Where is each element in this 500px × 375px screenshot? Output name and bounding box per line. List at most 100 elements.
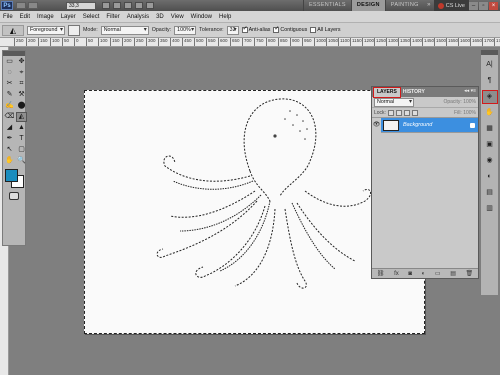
tool-spot-healing-icon[interactable]: ⚒ xyxy=(16,90,27,100)
layer-style-icon[interactable]: fx xyxy=(394,271,399,277)
lock-transparent-icon[interactable] xyxy=(387,109,394,116)
all-layers-option[interactable]: All Layers xyxy=(310,27,341,33)
paragraph-panel-icon[interactable]: ¶ xyxy=(483,75,497,87)
layers-panel-icon[interactable]: ◈ xyxy=(481,90,498,104)
panel-menu-icon[interactable]: ◂◂ ▾≡ xyxy=(464,88,476,94)
delete-layer-icon[interactable]: 🗑 xyxy=(466,270,474,277)
swatches-panel-icon[interactable]: ▦ xyxy=(483,123,497,135)
bridge-button[interactable] xyxy=(16,2,26,9)
workspace-design[interactable]: DESIGN xyxy=(350,0,385,11)
tab-layers[interactable]: LAYERS xyxy=(373,87,401,98)
all-layers-checkbox[interactable] xyxy=(310,27,317,33)
tool-crop-icon[interactable]: ✂ xyxy=(4,79,15,89)
layer-row-background[interactable]: 👁 Background xyxy=(372,117,478,133)
pattern-swatch[interactable] xyxy=(68,24,80,36)
adjustment-layer-icon[interactable]: ◐ xyxy=(422,271,426,277)
tool-preset-picker[interactable]: ◭ xyxy=(2,24,24,36)
menu-analysis[interactable]: Analysis xyxy=(127,14,149,20)
tool-slice-icon[interactable]: ⌗ xyxy=(16,79,27,89)
ruler-tick-label: 200 xyxy=(122,38,132,46)
maximize-button[interactable]: ▫ xyxy=(479,1,488,10)
fill-field[interactable]: Fill: 100% xyxy=(454,110,476,116)
tool-pen-icon[interactable]: ✒ xyxy=(4,134,15,144)
menu-filter[interactable]: Filter xyxy=(106,14,119,20)
ruler-tick-label: 1200 xyxy=(362,38,374,46)
tool-path-selection-icon[interactable]: ↖ xyxy=(4,145,15,155)
tool-history-brush-icon[interactable]: ⌫ xyxy=(4,112,15,122)
tool-type-icon[interactable]: T xyxy=(16,134,27,144)
hand-view-icon[interactable] xyxy=(102,2,110,9)
mode-dropdown[interactable]: Normal xyxy=(100,25,149,35)
menu-layer[interactable]: Layer xyxy=(61,14,76,20)
lock-all-icon[interactable] xyxy=(411,109,418,116)
quick-mask-icon[interactable] xyxy=(9,192,19,200)
ruler-tick-label: 300 xyxy=(146,38,156,46)
lock-position-icon[interactable] xyxy=(403,109,410,116)
tool-clone-stamp-icon[interactable]: ⬤ xyxy=(16,101,27,111)
tool-eraser-icon[interactable]: ◢ xyxy=(4,123,15,133)
rotate-view-icon[interactable] xyxy=(124,2,132,9)
anti-alias-checkbox[interactable] xyxy=(241,25,248,33)
contiguous-option[interactable]: Contiguous xyxy=(273,25,307,33)
tool-shape-icon[interactable]: ▢ xyxy=(16,145,27,155)
lock-pixels-icon[interactable] xyxy=(395,109,402,116)
screen-mode-icon[interactable] xyxy=(146,2,154,9)
workspace-painting[interactable]: PAINTING xyxy=(384,0,424,11)
zoom-view-icon[interactable] xyxy=(113,2,121,9)
opacity-field[interactable]: 100% xyxy=(174,25,197,35)
menu-window[interactable]: Window xyxy=(191,14,212,20)
menu-bar: File Edit Image Layer Select Filter Anal… xyxy=(0,11,500,23)
tab-history[interactable]: HISTORY xyxy=(400,88,428,97)
tool-marquee-icon[interactable]: ▭ xyxy=(4,57,15,67)
new-group-icon[interactable]: ▭ xyxy=(435,270,441,277)
menu-view[interactable]: View xyxy=(171,14,184,20)
tolerance-field[interactable]: 32 xyxy=(226,25,239,35)
menu-edit[interactable]: Edit xyxy=(20,14,30,20)
arrange-documents-icon[interactable] xyxy=(135,2,143,9)
blend-mode-dropdown[interactable]: Normal xyxy=(374,97,414,107)
tool-quick-selection-icon[interactable]: ⌖ xyxy=(16,68,27,78)
contiguous-checkbox[interactable] xyxy=(273,25,279,33)
tool-options-bar: ◭ Foreground Mode: Normal Opacity: 100% … xyxy=(0,23,500,38)
menu-image[interactable]: Image xyxy=(37,14,54,20)
color-swatches xyxy=(3,169,25,189)
tool-move-icon[interactable]: ✥ xyxy=(16,57,27,67)
tool-lasso-icon[interactable]: ◌ xyxy=(4,68,15,78)
app-bar-buttons xyxy=(16,2,38,9)
mini-bridge-button[interactable] xyxy=(28,2,38,9)
anti-alias-option[interactable]: Anti-alias xyxy=(241,25,270,33)
close-button[interactable]: × xyxy=(489,1,498,10)
hand-panel-icon[interactable]: ✋ xyxy=(483,107,497,119)
tool-zoom-icon[interactable]: 🔍 xyxy=(16,156,27,166)
tool-hand-icon[interactable]: ✋ xyxy=(4,156,15,166)
visibility-eye-icon[interactable]: 👁 xyxy=(372,117,381,133)
info-panel-icon[interactable]: ◉ xyxy=(483,155,497,167)
adjustments-panel-icon[interactable]: ◐ xyxy=(483,171,497,183)
minimize-button[interactable]: – xyxy=(469,1,478,10)
link-layers-icon[interactable]: ⛓ xyxy=(377,270,385,277)
more-workspaces-button[interactable]: » xyxy=(424,0,434,11)
foreground-color-swatch[interactable] xyxy=(5,169,18,182)
paths-panel-icon[interactable]: ▥ xyxy=(483,203,497,215)
channels-panel-icon[interactable]: ▤ xyxy=(483,187,497,199)
new-layer-icon[interactable]: ▤ xyxy=(450,270,456,277)
tool-paint-bucket-icon[interactable]: ◭ xyxy=(16,112,27,122)
layer-opacity-field[interactable]: Opacity: 100% xyxy=(443,99,476,105)
ruler-tick-label: 750 xyxy=(254,38,264,46)
menu-select[interactable]: Select xyxy=(83,14,100,20)
tool-eyedropper-icon[interactable]: ✎ xyxy=(4,90,15,100)
tool-brush-icon[interactable]: ✍ xyxy=(4,101,15,111)
layer-mask-icon[interactable]: ◙ xyxy=(408,271,412,277)
menu-help[interactable]: Help xyxy=(219,14,231,20)
tool-gradient-icon[interactable]: ▲ xyxy=(16,123,27,133)
fill-source-dropdown[interactable]: Foreground xyxy=(27,25,65,35)
styles-panel-icon[interactable]: ▣ xyxy=(483,139,497,151)
workspace-essentials[interactable]: ESSENTIALS xyxy=(302,0,351,11)
menu-file[interactable]: File xyxy=(3,14,13,20)
menu-3d[interactable]: 3D xyxy=(156,14,164,20)
all-layers-label: All Layers xyxy=(317,27,341,33)
cs-live-button[interactable]: CS Live xyxy=(433,0,469,11)
character-panel-icon[interactable]: A| xyxy=(483,59,497,71)
dock-header[interactable] xyxy=(481,50,498,55)
zoom-level-field[interactable]: 33,3 xyxy=(66,1,96,10)
